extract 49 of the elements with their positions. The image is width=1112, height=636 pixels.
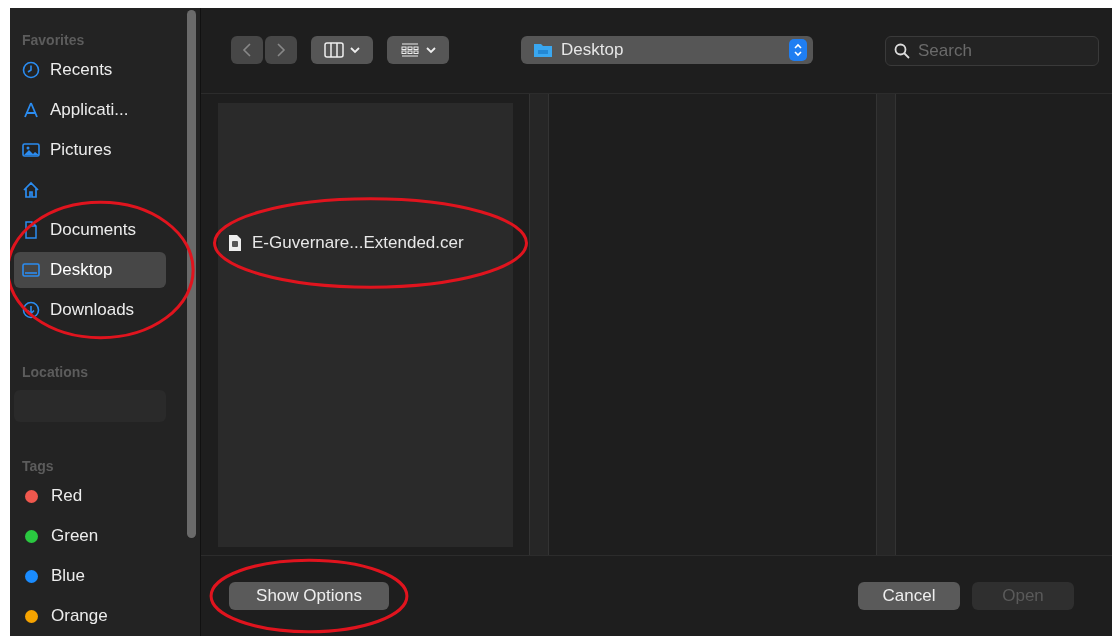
sidebar-item[interactable]: Pictures bbox=[14, 132, 166, 168]
search-icon bbox=[894, 43, 910, 59]
item-label: Downloads bbox=[50, 300, 135, 320]
cancel-button[interactable]: Cancel bbox=[858, 582, 960, 610]
caret-icon bbox=[350, 46, 360, 54]
sidebar-item[interactable]: Recents bbox=[14, 52, 166, 88]
desktop-icon bbox=[22, 261, 40, 279]
section-title: Tags bbox=[21, 457, 55, 476]
back-button[interactable] bbox=[231, 36, 263, 64]
sidebar-item[interactable]: Documents bbox=[14, 212, 166, 248]
show-options-button[interactable]: Show Options bbox=[229, 582, 389, 610]
item-label: Green bbox=[51, 526, 99, 546]
download-icon bbox=[22, 301, 40, 319]
picture-icon bbox=[22, 141, 40, 159]
folder-icon bbox=[533, 42, 553, 58]
location-dropdown[interactable]: Desktop bbox=[521, 36, 813, 64]
sidebar-item[interactable]: Orange bbox=[14, 598, 166, 634]
item-label: Recents bbox=[50, 60, 113, 80]
file-name: E-Guvernare...Extended.cer bbox=[252, 233, 464, 253]
item-label: Blue bbox=[51, 566, 86, 586]
item-label: Desktop bbox=[50, 260, 113, 280]
item-label: Documents bbox=[50, 220, 136, 240]
sidebar-item[interactable]: Applicati... bbox=[14, 92, 166, 128]
scrollbar[interactable] bbox=[187, 10, 196, 538]
item-label: Orange bbox=[51, 606, 108, 626]
chevron-left-icon bbox=[242, 43, 252, 57]
sidebar-item[interactable]: Red bbox=[14, 478, 166, 514]
search-field[interactable]: Search bbox=[885, 36, 1099, 66]
sidebar-item[interactable]: Blue bbox=[14, 558, 166, 594]
chevrons-icon bbox=[793, 43, 803, 57]
forward-button[interactable] bbox=[265, 36, 297, 64]
certificate-file-icon bbox=[228, 234, 242, 252]
home-icon bbox=[22, 181, 40, 199]
section-title: Favorites bbox=[21, 31, 86, 50]
sidebar-item[interactable]: Desktop bbox=[14, 252, 166, 288]
item-label: Applicati... bbox=[50, 100, 129, 120]
sidebar-item[interactable]: Downloads bbox=[14, 292, 166, 328]
caret-icon bbox=[426, 46, 436, 54]
clock-icon bbox=[22, 61, 40, 79]
sidebar-item[interactable]: Green bbox=[14, 518, 166, 554]
column-view-button[interactable] bbox=[311, 36, 373, 64]
columns-icon bbox=[324, 42, 344, 58]
grid-icon bbox=[400, 42, 420, 58]
group-view-button[interactable] bbox=[387, 36, 449, 64]
chevron-right-icon bbox=[276, 43, 286, 57]
section-title: Locations bbox=[21, 363, 90, 382]
item-label: Red bbox=[51, 486, 83, 506]
document-icon bbox=[22, 221, 40, 239]
item-label: Pictures bbox=[50, 140, 112, 160]
